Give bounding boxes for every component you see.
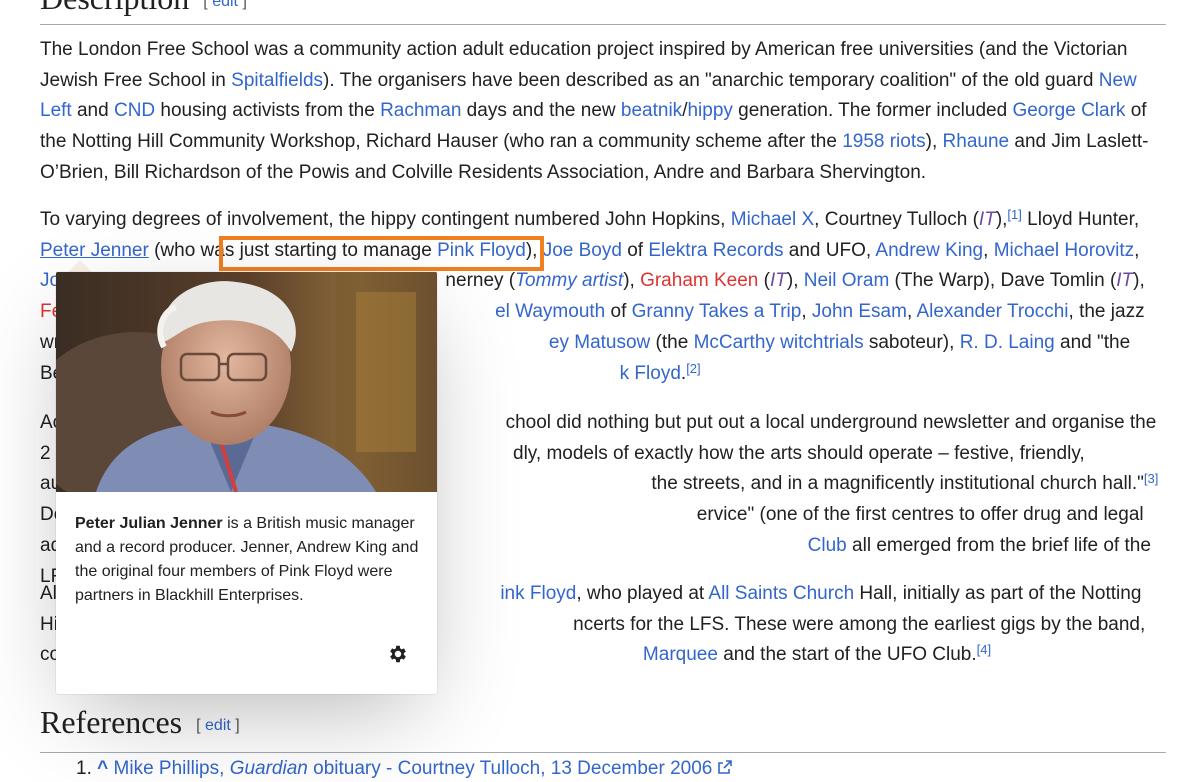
paragraph-1: The London Free School was a community a… [40,35,1168,189]
citation-ref[interactable]: [2] [686,361,700,376]
wiki-link[interactable]: Michael X [731,209,814,230]
reference-number: 1. [76,758,92,779]
gear-icon[interactable] [387,643,409,665]
wiki-link[interactable]: Peter Jenner [40,240,149,261]
wiki-link[interactable]: k Floyd [620,363,681,384]
edit-link[interactable]: edit [212,0,238,10]
text-run: and UFO, [783,239,876,261]
section-heading-description: Description [ edit ] [40,0,1166,25]
text-run: , [801,301,812,323]
text-run: ), [786,270,804,292]
text-run: days and the new [461,100,621,122]
page-preview-popup[interactable]: Peter Julian Jenner is a British music m… [56,272,437,694]
citation-ref[interactable]: [4] [977,642,991,657]
text-run: saboteur), [863,331,960,353]
wiki-link[interactable]: Michael Horovitz [994,240,1134,261]
wiki-link[interactable]: Andrew King [875,240,983,261]
wiki-link[interactable]: R. D. Laing [960,332,1055,353]
text-run: To varying degrees of involvement, the h… [40,209,731,230]
text-run: housing activists from the [155,100,381,122]
wiki-link[interactable]: el Waymouth [495,301,605,322]
text-run: of [605,301,632,323]
references-list: 1. ^ Mike Phillips, Guardian obituary - … [76,756,732,782]
external-link-icon [717,756,732,774]
text-run: (who was just starting to manage [148,239,438,261]
text-run: (The Warp), Dave Tomlin ( [889,270,1117,292]
reference-author-link[interactable]: Mike Phillips [114,758,220,779]
wiki-link[interactable]: Joe Boyd [543,240,622,261]
text-run: ). The organisers have been described as… [323,69,1099,91]
wiki-link[interactable]: Marquee [643,644,718,665]
wiki-link[interactable]: Club [808,535,847,556]
text-run: and the start of the UFO Club. [717,644,977,666]
text-run: ), [623,270,641,292]
italic-text: IT [1116,270,1134,292]
citation-link[interactable]: [3] [1144,471,1158,486]
wiki-link[interactable]: ink Floyd [500,583,576,604]
text-run: ( [758,270,770,292]
wiki-link[interactable]: Graham Keen [640,270,758,291]
wiki-link[interactable]: Rachman [380,100,461,121]
reference-publication-link[interactable]: Guardian [230,758,308,779]
text-run: ), [925,131,943,153]
wiki-link[interactable]: Granny Takes a Trip [632,301,802,322]
popup-pointer [68,260,92,272]
wiki-link[interactable]: 1958 riots [842,131,925,152]
wiki-link[interactable]: CND [114,100,155,121]
wiki-link[interactable]: beatnik [621,100,682,121]
text-run: and [71,100,114,122]
citation-link[interactable]: [2] [686,361,700,376]
wiki-link[interactable]: Rhaune [943,131,1010,152]
section-heading-references: References [ edit ] [40,704,1166,753]
text-run: , Courtney Tulloch ( [814,209,979,230]
heading-text: References [40,704,183,740]
edit-section: [ edit ] [203,0,247,10]
italic-text: IT [978,209,996,230]
wiki-link[interactable]: hippy [687,100,732,121]
text-run: , [1134,239,1140,261]
citation-ref[interactable]: [3] [1144,471,1158,486]
citation-link[interactable]: [1] [1007,207,1021,222]
text-run: of [621,239,649,261]
text-run: ), [525,239,543,261]
text-run: ), [995,209,1008,230]
text-run: Al [40,583,57,604]
wiki-link[interactable]: Alexander Trocchi [916,301,1068,322]
preview-thumbnail[interactable] [56,272,437,492]
edit-section: [ edit ] [196,716,240,734]
text-run: Lloyd Hunter, [1021,209,1140,230]
wiki-link[interactable]: All Saints Church [708,583,854,604]
wiki-link[interactable]: Spitalfields [231,70,323,91]
text-run: (the [650,331,694,353]
edit-link[interactable]: edit [205,717,231,734]
preview-title: Peter Julian Jenner [75,515,223,532]
wiki-link[interactable]: Tommy artist [515,270,623,291]
wiki-link[interactable]: Pink Floyd [437,240,526,261]
italic-text: IT [769,270,787,292]
wiki-link[interactable]: Neil Oram [804,270,890,291]
reference-rest-link[interactable]: obituary - Courtney Tulloch, 13 December… [308,758,712,779]
text-run: generation. The former included [732,100,1013,122]
text-run: ), [1133,270,1145,292]
wiki-link[interactable]: McCarthy witchtrials [694,332,864,353]
wiki-link[interactable]: George Clark [1012,100,1125,121]
heading-text: Description [40,0,189,16]
text-run: , who played at [576,583,709,604]
text-run: , [983,239,994,261]
citation-link[interactable]: [4] [977,642,991,657]
citation-ref[interactable]: [1] [1007,207,1021,222]
wiki-link[interactable]: Elektra Records [648,240,783,261]
wiki-link[interactable]: John Esam [812,301,907,322]
reference-backlink[interactable]: ^ [97,758,108,779]
preview-extract[interactable]: Peter Julian Jenner is a British music m… [75,512,420,608]
text-run: the streets, and in a magnificently inst… [651,473,1144,495]
wiki-link[interactable]: ey Matusow [549,332,650,353]
